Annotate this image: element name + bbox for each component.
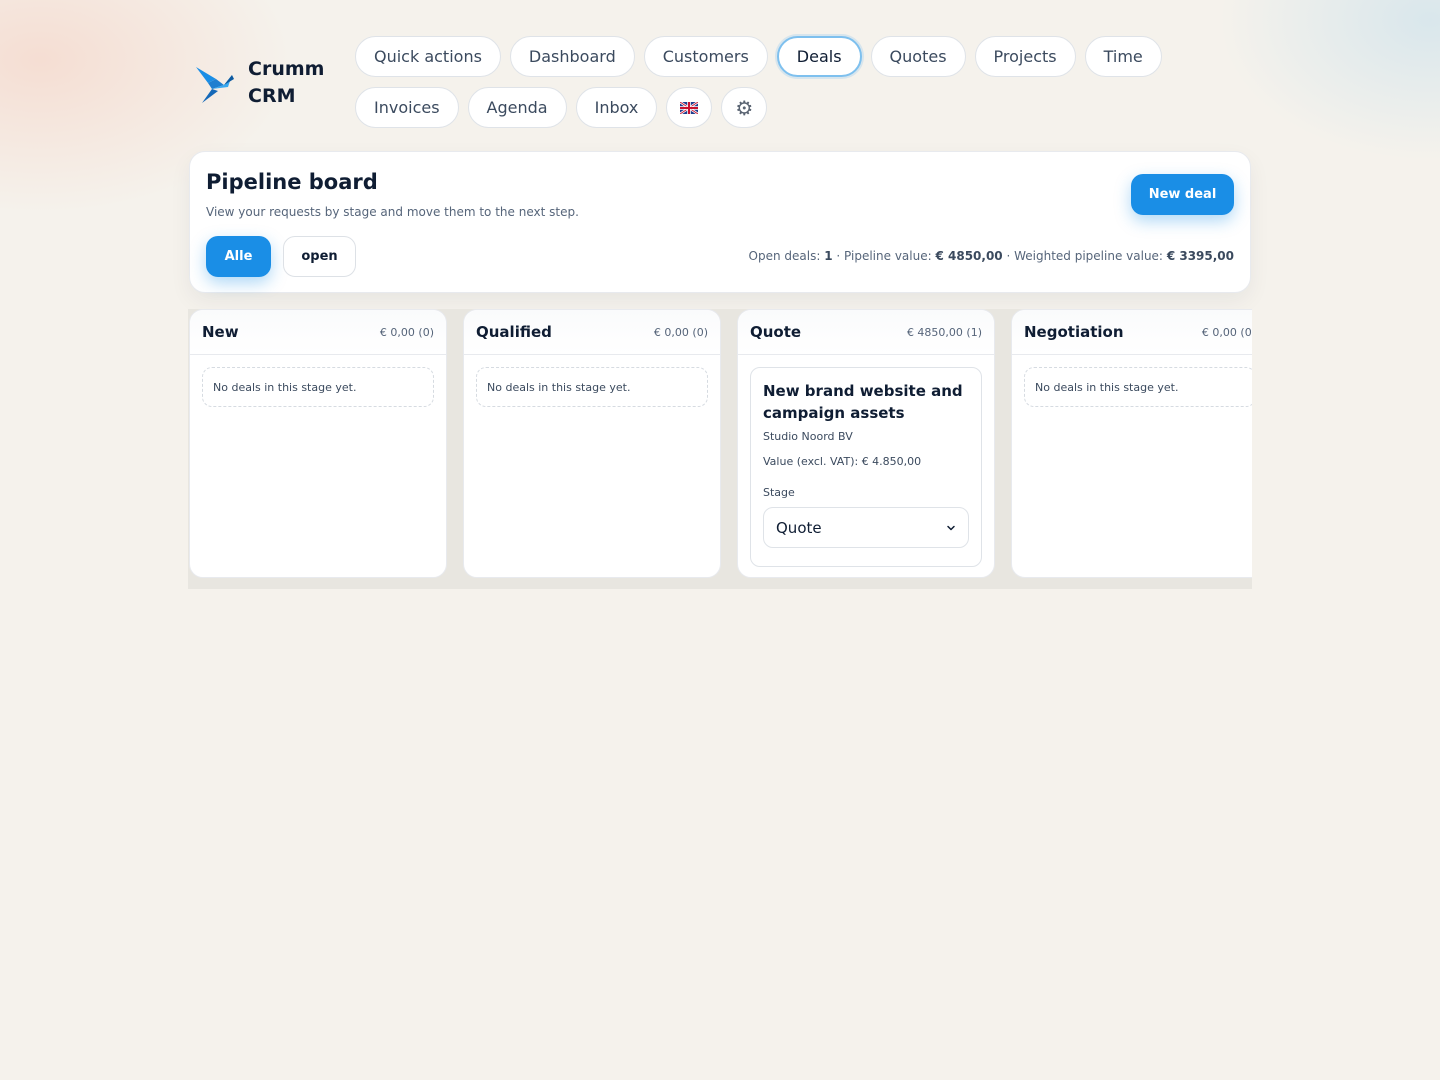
deal-title[interactable]: New brand website and campaign assets xyxy=(763,380,969,424)
nav-time[interactable]: Time xyxy=(1084,36,1162,77)
column-total: € 0,00 (0) xyxy=(1201,325,1252,339)
nav-quotes[interactable]: Quotes xyxy=(870,36,966,77)
column-total: € 0,00 (0) xyxy=(379,325,434,339)
language-button[interactable] xyxy=(666,87,713,128)
column-header: New € 0,00 (0) xyxy=(190,310,446,355)
nav-invoices[interactable]: Invoices xyxy=(355,87,459,128)
stage-column-qualified: Qualified € 0,00 (0) No deals in this st… xyxy=(463,309,721,578)
deal-company: Studio Noord BV xyxy=(763,430,853,443)
nav-quick-actions[interactable]: Quick actions xyxy=(355,36,501,77)
gear-icon: ⚙ xyxy=(735,95,754,120)
pipeline-value-label: · Pipeline value: xyxy=(836,249,932,263)
page-subtitle: View your requests by stage and move the… xyxy=(206,205,579,219)
brand-name-line-2: CRM xyxy=(248,85,296,107)
pipeline-columns[interactable]: New € 0,00 (0) No deals in this stage ye… xyxy=(188,309,1252,589)
settings-button[interactable]: ⚙ xyxy=(721,87,768,128)
bird-logo-icon xyxy=(196,67,234,103)
nav-customers[interactable]: Customers xyxy=(643,36,768,77)
column-title: New xyxy=(202,323,239,341)
empty-stage-placeholder: No deals in this stage yet. xyxy=(1024,367,1252,407)
chevron-down-icon xyxy=(947,525,955,530)
column-header: Negotiation € 0,00 (0) xyxy=(1012,310,1252,355)
nav-projects[interactable]: Projects xyxy=(974,36,1076,77)
column-title: Qualified xyxy=(476,323,552,341)
uk-flag-icon xyxy=(680,101,699,114)
nav-dashboard[interactable]: Dashboard xyxy=(509,36,635,77)
filter-open-button[interactable]: open xyxy=(283,236,356,277)
nav-agenda[interactable]: Agenda xyxy=(467,87,567,128)
pipeline-stats: Open deals: 1 · Pipeline value: € 4850,0… xyxy=(749,249,1234,263)
column-header: Quote € 4850,00 (1) xyxy=(738,310,994,355)
deal-stage-value: Quote xyxy=(776,518,822,537)
column-title: Quote xyxy=(750,323,802,341)
filter-all-button[interactable]: Alle xyxy=(206,236,271,277)
brand-name-line-1: Crumm xyxy=(248,58,325,80)
deal-stage-label: Stage xyxy=(763,486,795,499)
deal-stage-select[interactable]: Quote xyxy=(763,507,969,548)
page-title: Pipeline board xyxy=(206,170,378,194)
nav-inbox[interactable]: Inbox xyxy=(575,87,658,128)
weighted-pipeline-value: € 3395,00 xyxy=(1166,249,1234,263)
open-deals-value: 1 xyxy=(824,249,833,263)
stage-column-new: New € 0,00 (0) No deals in this stage ye… xyxy=(189,309,447,578)
column-title: Negotiation xyxy=(1024,323,1124,341)
brand[interactable]: Crumm CRM xyxy=(194,56,328,110)
stage-column-quote: Quote € 4850,00 (1) New brand website an… xyxy=(737,309,995,578)
nav-deals[interactable]: Deals xyxy=(776,36,862,77)
column-header: Qualified € 0,00 (0) xyxy=(464,310,720,355)
empty-stage-placeholder: No deals in this stage yet. xyxy=(202,367,434,407)
main-nav: Quick actions Dashboard Customers Deals … xyxy=(355,36,1235,128)
deal-card[interactable]: New brand website and campaign assets St… xyxy=(750,367,982,567)
brand-name: Crumm CRM xyxy=(248,56,328,110)
column-total: € 0,00 (0) xyxy=(653,325,708,339)
open-deals-label: Open deals: xyxy=(748,249,821,263)
pipeline-value: € 4850,00 xyxy=(935,249,1003,263)
empty-stage-placeholder: No deals in this stage yet. xyxy=(476,367,708,407)
deal-value: Value (excl. VAT): € 4.850,00 xyxy=(763,455,922,468)
new-deal-button[interactable]: New deal xyxy=(1131,174,1234,215)
column-total: € 4850,00 (1) xyxy=(906,325,982,339)
stage-column-negotiation: Negotiation € 0,00 (0) No deals in this … xyxy=(1011,309,1252,578)
pipeline-board-header: Pipeline board View your requests by sta… xyxy=(189,151,1251,293)
weighted-value-label: · Weighted pipeline value: xyxy=(1006,249,1163,263)
